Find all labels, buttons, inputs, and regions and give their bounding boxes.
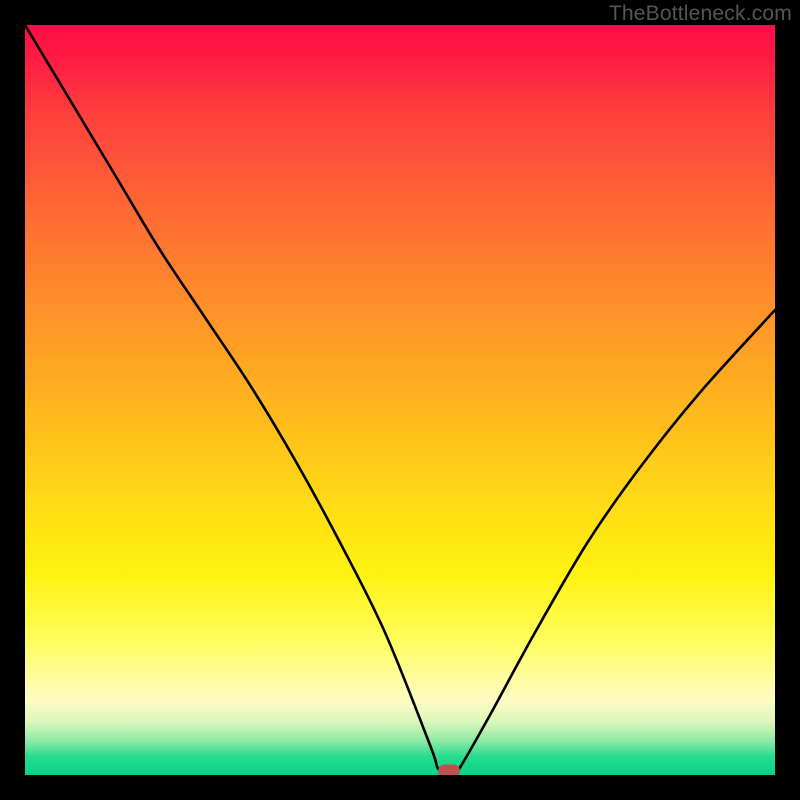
bottleneck-curve — [25, 25, 775, 775]
plot-area — [25, 25, 775, 775]
curve-path — [25, 25, 775, 775]
watermark-text: TheBottleneck.com — [609, 2, 792, 26]
optimal-point-marker — [438, 765, 460, 775]
chart-frame: TheBottleneck.com — [0, 0, 800, 800]
